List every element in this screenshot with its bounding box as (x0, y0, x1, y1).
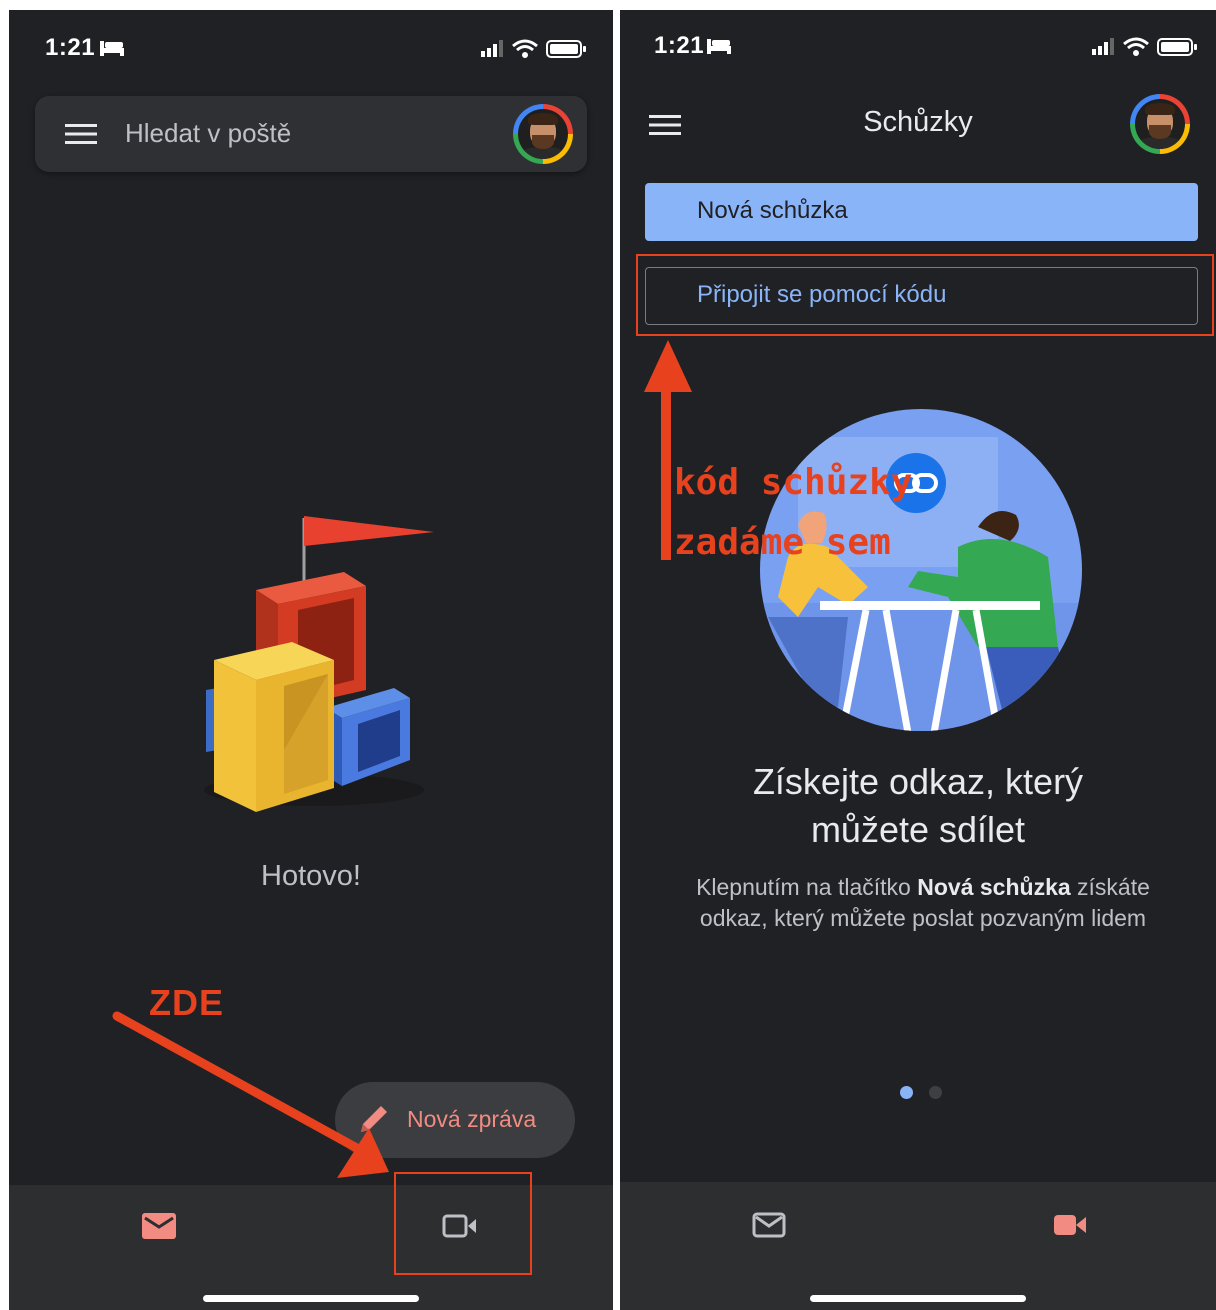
onboarding-headline: Získejte odkaz, který můžete sdílet (620, 758, 1216, 854)
status-bar: 1:21 (9, 32, 613, 72)
new-message-label: Nová zpráva (407, 1106, 537, 1132)
annotation-code-line2: zadáme sem (674, 522, 891, 563)
annotation-arrow (112, 1011, 389, 1178)
annotation-code-line1: kód schůzky (674, 462, 913, 503)
annotation-highlight-box (636, 254, 1214, 336)
page-title: Schůzky (863, 106, 973, 138)
page-dot (929, 1086, 942, 1099)
onboarding-description: Klepnutím na tlačítko Nová schůzka získá… (664, 872, 1182, 934)
headline-line1: Získejte odkaz, který (752, 761, 1084, 802)
battery-icon (546, 40, 586, 58)
headline-line2: můžete sdílet (810, 809, 1026, 850)
new-meeting-button[interactable]: Nová schůzka (645, 183, 1198, 241)
system-icons (1092, 37, 1197, 56)
video-icon[interactable] (1052, 1212, 1088, 1238)
system-icons (481, 39, 586, 58)
bottom-nav (620, 1182, 1216, 1310)
home-indicator (810, 1295, 1026, 1302)
wifi-icon (512, 39, 538, 58)
annotation-highlight-box (394, 1172, 532, 1275)
gmail-screen: 1:21 Hledat v poště Hotovo! ZDE Nová zpr… (9, 10, 613, 1310)
signal-icon (481, 40, 503, 57)
search-input[interactable]: Hledat v poště (125, 118, 291, 149)
mail-icon[interactable] (142, 1213, 176, 1239)
menu-icon[interactable] (65, 123, 97, 145)
page-dot (900, 1086, 913, 1099)
bed-icon (707, 39, 731, 54)
desc-bold: Nová schůzka (917, 874, 1071, 900)
status-time: 1:21 (654, 32, 705, 59)
search-bar[interactable]: Hledat v poště (35, 96, 587, 172)
done-illustration (204, 516, 434, 812)
status-bar: 1:21 (620, 30, 1216, 70)
desc-before: Klepnutím na tlačítko (696, 874, 918, 900)
wifi-icon (1123, 37, 1149, 56)
home-indicator (203, 1295, 419, 1302)
new-meeting-label: Nová schůzka (697, 197, 848, 224)
avatar[interactable] (1130, 94, 1190, 154)
meeting-illustration (760, 409, 1082, 731)
page-indicator (900, 1086, 958, 1104)
meet-screen: 1:21 Schůzky Nová schůzka Připojit se po… (620, 10, 1216, 1310)
avatar[interactable] (513, 104, 573, 164)
status-time: 1:21 (45, 34, 96, 61)
mail-icon[interactable] (752, 1212, 786, 1238)
signal-icon (1092, 38, 1114, 55)
empty-state-text: Hotovo! (261, 860, 361, 892)
bed-icon (100, 41, 124, 56)
battery-icon (1157, 38, 1197, 56)
